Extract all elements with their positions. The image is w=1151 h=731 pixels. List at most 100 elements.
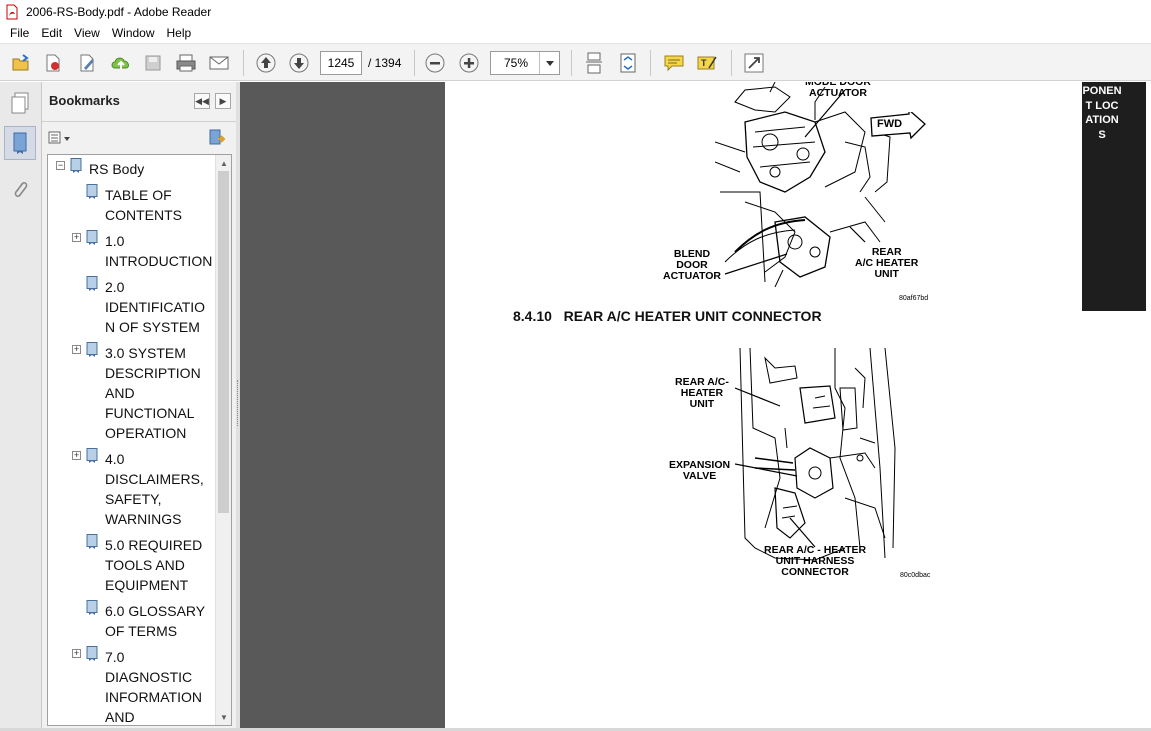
bookmark-label: INTRODUCTION: [105, 253, 213, 269]
pdf-app-icon: [4, 4, 20, 20]
bookmark-label: FUNCTIONAL: [105, 405, 195, 421]
bookmark-icon: [86, 534, 98, 549]
figure-code: 80af67bd: [899, 295, 929, 302]
toolbar-separator: [650, 50, 651, 76]
zoom-out-icon[interactable]: [422, 50, 448, 76]
figure-code: 80c0dbac: [900, 572, 931, 579]
rear-heater-unit-label: REAR A/C HEATER UNIT: [855, 246, 919, 280]
save-icon[interactable]: [140, 50, 166, 76]
scrollbar-thumb[interactable]: [218, 171, 229, 513]
highlight-icon[interactable]: T: [694, 50, 720, 76]
menu-file[interactable]: File: [4, 23, 35, 43]
bookmark-label: DESCRIPTION: [105, 365, 201, 381]
rear-ac-heater-unit-label: REAR A/C- HEATER UNIT: [675, 376, 729, 410]
bookmark-rs-body[interactable]: RS Body: [89, 159, 144, 179]
menu-edit[interactable]: Edit: [35, 23, 68, 43]
bookmark-label: RS Body: [89, 161, 145, 177]
collapse-panel-icon[interactable]: ◀◀: [194, 93, 210, 109]
bookmarks-panel-icon[interactable]: [4, 126, 36, 160]
expand-icon[interactable]: +: [72, 233, 81, 242]
page-number-input[interactable]: 1245: [320, 51, 362, 75]
bookmark-glossary[interactable]: 6.0 GLOSSARY OF TERMS: [105, 601, 205, 641]
bookmarks-tree: − RS Body TABLE OF CONTENTS + 1.0 INTROD…: [47, 154, 232, 726]
zoom-select[interactable]: 75%: [490, 51, 560, 75]
bookmark-label: OF TERMS: [105, 623, 178, 639]
navigation-rail: [0, 82, 42, 731]
bookmark-label: 5.0 REQUIRED: [105, 537, 203, 553]
bookmark-system-description[interactable]: 3.0 SYSTEM DESCRIPTION AND FUNCTIONAL OP…: [105, 343, 201, 443]
bookmark-icon: [86, 600, 98, 615]
previous-page-icon[interactable]: [253, 50, 279, 76]
expand-icon[interactable]: +: [72, 345, 81, 354]
expand-icon[interactable]: +: [72, 649, 81, 658]
scroll-mode-icon[interactable]: [581, 50, 607, 76]
bookmark-label: EQUIPMENT: [105, 577, 189, 593]
zoom-in-icon[interactable]: [456, 50, 482, 76]
bookmark-required-tools[interactable]: 5.0 REQUIRED TOOLS AND EQUIPMENT: [105, 535, 202, 595]
next-page-icon[interactable]: [286, 50, 312, 76]
expansion-valve-label: EXPANSION VALVE: [669, 459, 731, 482]
bookmark-label: OPERATION: [105, 425, 187, 441]
title-bar: 2006-RS-Body.pdf - Adobe Reader: [0, 0, 1151, 23]
email-icon[interactable]: [206, 50, 232, 76]
scroll-up-icon[interactable]: ▲: [216, 155, 231, 171]
harness-connector-label: REAR A/C - HEATER UNIT HARNESS CONNECTOR: [764, 544, 867, 578]
upload-icon[interactable]: [108, 50, 134, 76]
new-bookmark-icon[interactable]: [207, 128, 227, 148]
fit-page-icon[interactable]: [615, 50, 641, 76]
chevron-down-icon[interactable]: [539, 52, 559, 74]
section-side-tab: PONENT LOCATIONS: [1082, 82, 1146, 311]
collapse-icon[interactable]: −: [56, 161, 65, 170]
side-tab-text: PONENT LOCATIONS: [1082, 85, 1122, 141]
expand-panel-icon[interactable]: ▶: [215, 93, 231, 109]
bookmark-icon: [86, 342, 98, 357]
bookmark-introduction[interactable]: 1.0 INTRODUCTION: [105, 231, 212, 271]
menu-help[interactable]: Help: [161, 23, 198, 43]
toolbar-separator: [731, 50, 732, 76]
section-heading: 8.4.10 REAR A/C HEATER UNIT CONNECTOR: [513, 308, 822, 324]
menu-bar: File Edit View Window Help: [0, 23, 1151, 43]
bookmarks-title: Bookmarks: [49, 93, 120, 108]
bookmark-label: CONTENTS: [105, 207, 182, 223]
bookmark-disclaimers[interactable]: 4.0 DISCLAIMERS, SAFETY, WARNINGS: [105, 449, 204, 529]
bookmark-label: 1.0: [105, 233, 125, 249]
fwd-label: FWD: [877, 118, 903, 130]
bookmark-label: TOOLS AND: [105, 557, 185, 573]
options-menu-icon[interactable]: [48, 130, 70, 146]
bookmark-icon: [86, 646, 98, 661]
bookmark-label: TABLE OF: [105, 187, 172, 203]
bookmarks-header: Bookmarks ◀◀ ▶: [42, 82, 236, 122]
bookmark-label: DIAGNOSTIC: [105, 669, 193, 685]
open-icon[interactable]: [8, 50, 34, 76]
comment-icon[interactable]: [661, 50, 687, 76]
scroll-down-icon[interactable]: ▼: [216, 709, 231, 725]
splitter-grip[interactable]: [237, 380, 239, 426]
bookmark-label: AND: [105, 385, 135, 401]
edit-icon[interactable]: [74, 50, 100, 76]
bookmark-table-of-contents[interactable]: TABLE OF CONTENTS: [105, 185, 182, 225]
page-thumbnails-icon[interactable]: [4, 86, 36, 120]
menu-view[interactable]: View: [68, 23, 106, 43]
bookmark-label: WARNINGS: [105, 511, 182, 527]
expand-icon[interactable]: +: [72, 451, 81, 460]
expand-icon[interactable]: [741, 50, 767, 76]
bookmarks-scrollbar[interactable]: ▲ ▼: [215, 155, 231, 725]
bookmark-label: INFORMATION: [105, 689, 202, 705]
create-pdf-icon[interactable]: [40, 50, 66, 76]
attachments-icon[interactable]: [4, 172, 36, 206]
bookmark-label: 6.0 GLOSSARY: [105, 603, 206, 619]
bookmark-icon: [86, 276, 98, 291]
bookmark-diagnostic[interactable]: 7.0 DIAGNOSTIC INFORMATION AND: [105, 647, 202, 725]
bookmarks-toolbar: [42, 122, 236, 154]
mode-door-actuator-label: MODE DOOR ACTUATOR: [805, 82, 871, 99]
zoom-value: 75%: [503, 56, 529, 70]
bookmark-identification[interactable]: 2.0 IDENTIFICATIO N OF SYSTEM: [105, 277, 205, 337]
toolbar: 1245 / 1394 75% T: [0, 43, 1151, 81]
print-icon[interactable]: [173, 50, 199, 76]
menu-window[interactable]: Window: [106, 23, 161, 43]
bookmark-label: IDENTIFICATIO: [105, 299, 206, 315]
bookmark-icon: [86, 230, 98, 245]
bookmark-label: N OF SYSTEM: [105, 319, 200, 335]
bookmark-label: 7.0: [105, 649, 125, 665]
bookmark-label: SAFETY,: [105, 491, 162, 507]
